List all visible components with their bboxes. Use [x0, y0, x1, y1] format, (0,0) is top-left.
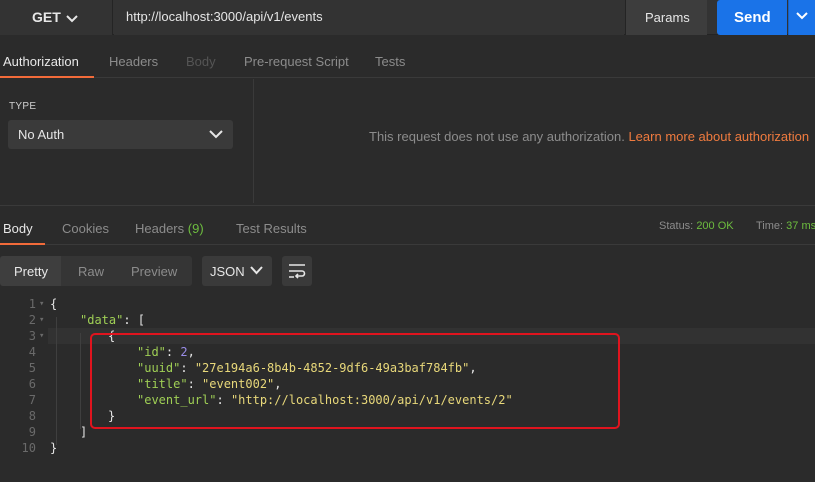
mode-preview[interactable]: Preview [131, 264, 177, 279]
auth-type-label: TYPE [9, 101, 37, 112]
line-number: 10 [21, 441, 36, 455]
format-value: JSON [210, 264, 245, 279]
format-select[interactable]: JSON [202, 256, 272, 286]
line-number: 2 [28, 313, 36, 327]
code-line: { [50, 297, 58, 311]
method-label: GET [32, 9, 61, 25]
auth-message: This request does not use any authorizat… [369, 129, 809, 144]
mode-raw[interactable]: Raw [78, 264, 104, 279]
line-number: 4 [28, 345, 36, 359]
active-tab-indicator [0, 76, 94, 78]
time-readout: Time: 37 ms [756, 220, 815, 232]
code-line: ] [80, 425, 88, 439]
fold-arrow-icon[interactable]: ▾ [39, 331, 44, 341]
line-number: 3 [28, 329, 36, 343]
tab-response-body[interactable]: Body [3, 221, 33, 236]
active-response-tab-indicator [0, 243, 45, 245]
wrap-lines-button[interactable] [282, 256, 312, 286]
json-key: "data" [80, 313, 124, 327]
auth-learn-more-link[interactable]: Learn more about authorization [628, 129, 809, 144]
highlight-annotation-box [90, 333, 620, 429]
tab-headers[interactable]: Headers [109, 54, 158, 69]
line-number: 7 [28, 393, 36, 407]
tab-body[interactable]: Body [186, 54, 216, 69]
url-input[interactable]: http://localhost:3000/api/v1/events [114, 0, 624, 35]
mode-pretty[interactable]: Pretty [14, 264, 48, 279]
request-bar: GET http://localhost:3000/api/v1/events … [0, 0, 815, 35]
indent-guide [80, 333, 81, 429]
send-button[interactable]: Send [717, 0, 787, 35]
status-value: 200 OK [696, 220, 734, 232]
tab-response-headers[interactable]: Headers (9) [135, 221, 204, 236]
request-tabs: Authorization Headers Body Pre-request S… [0, 42, 815, 78]
chevron-down-icon [250, 266, 263, 275]
headers-label: Headers [135, 221, 185, 236]
auth-message-text: This request does not use any authorizat… [369, 129, 625, 144]
send-label: Send [734, 9, 771, 26]
wrap-lines-icon [289, 264, 306, 279]
tab-test-results[interactable]: Test Results [236, 221, 307, 236]
status-label: Status: [659, 220, 694, 232]
fold-arrow-icon[interactable]: ▾ [39, 299, 44, 309]
tab-tests[interactable]: Tests [375, 54, 405, 69]
line-number: 9 [28, 425, 36, 439]
chevron-down-icon [66, 11, 78, 26]
line-number: 6 [28, 377, 36, 391]
code-line: } [50, 441, 58, 455]
time-label: Time: [756, 220, 784, 232]
tab-cookies[interactable]: Cookies [62, 221, 109, 236]
send-options-button[interactable] [788, 0, 815, 35]
code-line: "data": [ [80, 313, 145, 327]
line-number: 8 [28, 409, 36, 423]
fold-arrow-icon[interactable]: ▾ [39, 315, 44, 325]
response-tabs: Body Cookies Headers (9) Test Results St… [0, 205, 815, 245]
headers-count: (9) [187, 221, 204, 236]
params-label: Params [645, 10, 690, 25]
line-number: 1 [28, 297, 36, 311]
indent-guide [56, 317, 57, 445]
params-button[interactable]: Params [625, 0, 707, 35]
tab-authorization[interactable]: Authorization [3, 54, 79, 69]
status-readout: Status: 200 OK [659, 220, 734, 232]
auth-type-value: No Auth [18, 127, 65, 142]
tab-pre-request-script[interactable]: Pre-request Script [244, 54, 349, 69]
line-number: 5 [28, 361, 36, 375]
chevron-down-icon [209, 130, 223, 139]
auth-type-panel: TYPE No Auth [0, 79, 254, 203]
view-mode-switch: Pretty Raw Preview [0, 256, 192, 286]
json-punct: : [ [123, 313, 146, 327]
time-value: 37 ms [786, 220, 815, 232]
method-select[interactable]: GET [0, 0, 113, 35]
auth-type-select[interactable]: No Auth [8, 120, 233, 149]
url-text: http://localhost:3000/api/v1/events [126, 9, 323, 24]
chevron-down-icon [796, 12, 808, 20]
